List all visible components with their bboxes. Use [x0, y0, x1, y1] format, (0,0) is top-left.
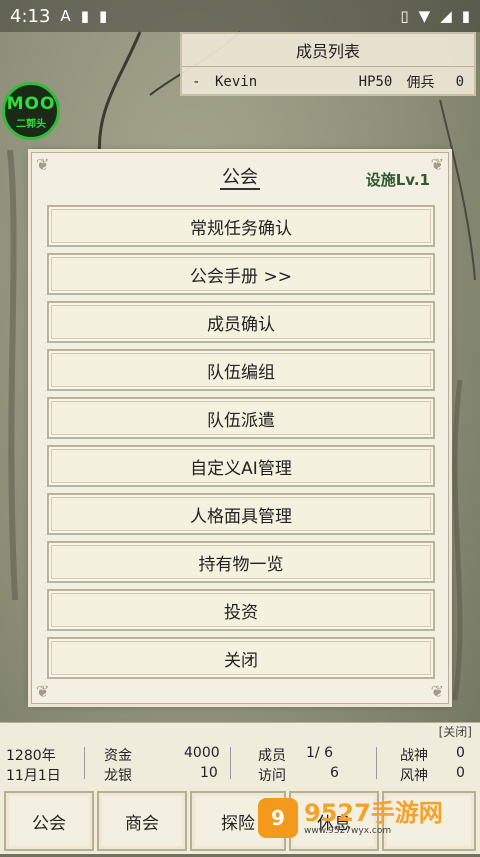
- status-bar: 4:13 A ▮ ▮ ▯ ▼ ◢ ▮: [0, 0, 480, 32]
- member-row[interactable]: - Kevin HP50 佣兵 0: [182, 67, 474, 97]
- dragon-silver-label: 龙银: [104, 768, 132, 784]
- ornament-icon: ❦: [36, 682, 50, 701]
- close-button[interactable]: 关闭: [47, 637, 435, 679]
- facility-level: 设施Lv.1: [365, 171, 430, 189]
- badge-subtitle: 二郭头: [16, 119, 46, 130]
- commerce-button[interactable]: 商会: [97, 791, 187, 851]
- member-role: 佣兵: [406, 75, 435, 91]
- panel-close-link[interactable]: [关闭]: [439, 723, 472, 740]
- inventory-list-button[interactable]: 持有物一览: [47, 541, 435, 583]
- guild-button[interactable]: 公会: [4, 791, 94, 851]
- wind-god-label: 风神: [400, 768, 428, 784]
- member-list-panel: 成员列表 - Kevin HP50 佣兵 0: [180, 32, 476, 96]
- battery-icon: ▮: [461, 7, 470, 25]
- year-text: 1280年: [6, 748, 56, 764]
- divider: [84, 747, 85, 779]
- divider: [230, 747, 231, 779]
- watermark-logo-icon: 9: [258, 798, 298, 838]
- info-stats: 1280年 11月1日 资金 4000 龙银 10 成员 1/ 6 访问 6 战…: [6, 743, 474, 784]
- book-icon: ▮: [98, 7, 108, 25]
- date-text: 11月1日: [6, 768, 61, 784]
- guild-badge[interactable]: MOO 二郭头: [2, 82, 60, 140]
- members-label: 成员: [258, 748, 286, 764]
- member-list-title[interactable]: 成员列表: [182, 34, 474, 67]
- regular-quest-button[interactable]: 常规任务确认: [47, 205, 435, 247]
- badge-title: MOO: [6, 94, 56, 114]
- war-god-value: 0: [456, 745, 465, 761]
- custom-ai-button[interactable]: 自定义AI管理: [47, 445, 435, 487]
- funds-label: 资金: [104, 748, 132, 764]
- member-marker: -: [192, 74, 201, 90]
- watermark-url: www.9527wyx.com: [304, 826, 392, 836]
- book-icon: ▮: [80, 7, 89, 25]
- notification-a-icon: A: [60, 7, 71, 25]
- visits-label: 访问: [258, 768, 286, 784]
- war-god-label: 战神: [400, 748, 428, 764]
- site-watermark: 9 9527手游网 www.9527wyx.com: [258, 794, 448, 842]
- member-name: Kevin: [214, 74, 258, 90]
- wind-god-value: 0: [456, 765, 465, 781]
- clock: 4:13: [10, 5, 51, 27]
- funds-value: 4000: [184, 745, 220, 761]
- guild-handbook-button[interactable]: 公会手册 >>: [47, 253, 435, 295]
- investment-button[interactable]: 投资: [47, 589, 435, 631]
- members-value: 1/ 6: [306, 745, 333, 761]
- persona-mask-button[interactable]: 人格面具管理: [47, 493, 435, 535]
- member-hp: HP50: [358, 74, 393, 90]
- party-dispatch-button[interactable]: 队伍派遣: [47, 397, 435, 439]
- vibrate-icon: ▯: [400, 7, 409, 25]
- party-formation-button[interactable]: 队伍编组: [47, 349, 435, 391]
- guild-dialog: ❦ ❦ ❦ ❦ 公会 设施Lv.1 常规任务确认 公会手册 >> 成员确认 队伍…: [31, 152, 449, 704]
- visits-value: 6: [330, 765, 339, 781]
- dragon-silver-value: 10: [200, 765, 218, 781]
- watermark-title: 9527手游网: [304, 799, 443, 827]
- wifi-icon: ▼: [418, 7, 431, 25]
- member-count: 0: [455, 74, 464, 90]
- ornament-icon: ❦: [430, 682, 444, 701]
- divider: [376, 747, 377, 779]
- signal-icon: ◢: [440, 7, 452, 25]
- member-check-button[interactable]: 成员确认: [47, 301, 435, 343]
